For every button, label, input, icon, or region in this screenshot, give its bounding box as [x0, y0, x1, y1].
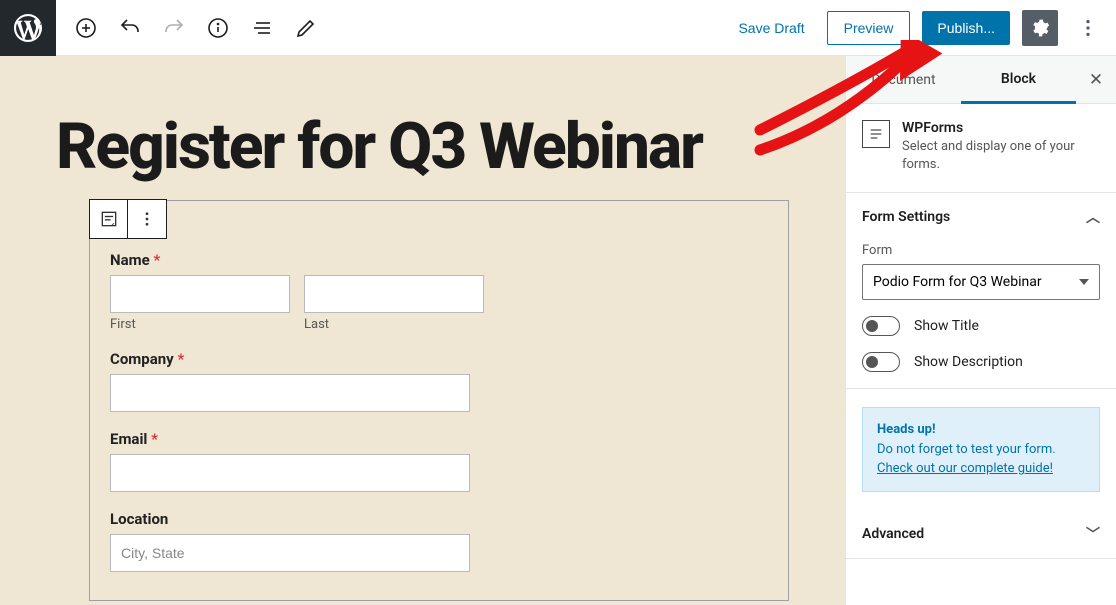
info-button[interactable]	[200, 10, 236, 46]
panel-form-settings-toggle[interactable]: Form Settings ︿	[846, 193, 1116, 241]
first-name-sublabel: First	[110, 317, 290, 332]
form-select[interactable]: Podio Form for Q3 Webinar	[862, 264, 1100, 300]
company-input[interactable]	[110, 374, 470, 412]
publish-button[interactable]: Publish...	[922, 11, 1010, 45]
block-type-icon[interactable]	[90, 200, 128, 238]
guide-link[interactable]: Check out our complete guide!	[877, 461, 1053, 476]
wpforms-block[interactable]: Name * First Last Company *	[56, 200, 789, 601]
form-preview: Name * First Last Company *	[89, 200, 789, 601]
tab-document[interactable]: Document	[846, 58, 961, 102]
settings-sidebar: Document Block ✕ WPForms Select and disp…	[846, 56, 1116, 605]
block-title: WPForms	[902, 120, 1100, 136]
last-name-input[interactable]	[304, 275, 484, 313]
email-field-label: Email *	[110, 430, 768, 448]
location-field-label: Location	[110, 510, 768, 528]
tab-block[interactable]: Block	[961, 57, 1076, 104]
panel-advanced: Advanced ﹀	[846, 510, 1116, 559]
name-field-label: Name *	[110, 251, 768, 269]
form-select-label: Form	[862, 243, 1100, 258]
more-menu-button[interactable]	[1070, 10, 1106, 46]
show-title-toggle[interactable]	[862, 316, 900, 336]
block-info-header: WPForms Select and display one of your f…	[846, 104, 1116, 193]
first-name-input[interactable]	[110, 275, 290, 313]
editor-canvas: Register for Q3 Webinar Name * First	[0, 56, 846, 605]
wordpress-logo[interactable]	[0, 0, 56, 56]
save-draft-button[interactable]: Save Draft	[728, 12, 814, 44]
sidebar-tabs: Document Block ✕	[846, 56, 1116, 104]
outline-button[interactable]	[244, 10, 280, 46]
top-toolbar: Save Draft Preview Publish...	[0, 0, 1116, 56]
block-toolbar	[89, 199, 167, 239]
show-description-label: Show Description	[914, 354, 1023, 370]
wpforms-icon	[862, 120, 890, 148]
sidebar-close-icon[interactable]: ✕	[1076, 70, 1116, 90]
edit-mode-button[interactable]	[288, 10, 324, 46]
show-title-label: Show Title	[914, 318, 979, 334]
company-field-label: Company *	[110, 350, 768, 368]
email-input[interactable]	[110, 454, 470, 492]
block-more-icon[interactable]	[128, 200, 166, 238]
last-name-sublabel: Last	[304, 317, 484, 332]
panel-advanced-toggle[interactable]: Advanced ﹀	[846, 510, 1116, 558]
page-title[interactable]: Register for Q3 Webinar	[56, 112, 789, 182]
settings-button[interactable]	[1022, 10, 1058, 46]
location-input[interactable]	[110, 534, 470, 572]
heads-up-notice: Heads up! Do not forget to test your for…	[862, 407, 1100, 492]
redo-button[interactable]	[156, 10, 192, 46]
show-description-toggle[interactable]	[862, 352, 900, 372]
chevron-down-icon: ﹀	[1086, 524, 1100, 544]
preview-button[interactable]: Preview	[827, 11, 911, 45]
undo-button[interactable]	[112, 10, 148, 46]
block-description: Select and display one of your forms.	[902, 138, 1100, 174]
chevron-up-icon: ︿	[1086, 207, 1100, 227]
add-block-button[interactable]	[68, 10, 104, 46]
panel-form-settings: Form Settings ︿ Form Podio Form for Q3 W…	[846, 193, 1116, 389]
